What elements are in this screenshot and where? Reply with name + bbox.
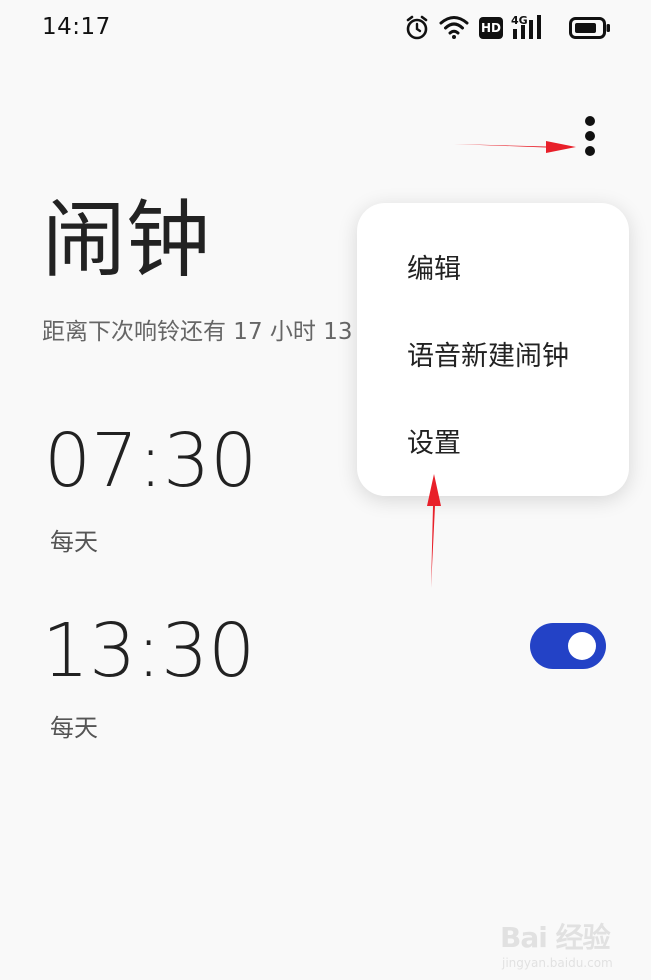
more-dot-icon	[585, 116, 595, 126]
toggle-knob	[568, 632, 596, 660]
hd-label: HD	[480, 21, 501, 35]
status-bar: 14:17 HD 4G	[0, 0, 651, 56]
watermark-url: jingyan.baidu.com	[502, 956, 613, 970]
more-dot-icon	[585, 131, 595, 141]
alarm-time: 07:30	[44, 418, 258, 504]
hd-icon: HD	[479, 17, 503, 39]
annotation-arrow-up-icon	[427, 474, 441, 588]
annotation-arrow-right-icon	[454, 141, 576, 153]
more-dot-icon	[585, 146, 595, 156]
page-title: 闹钟	[42, 191, 211, 289]
menu-item-settings[interactable]: 设置	[407, 421, 461, 460]
alarm-icon	[406, 15, 428, 40]
status-time: 14:17	[42, 14, 111, 40]
watermark: Bai 经验 jingyan.baidu.com	[500, 912, 640, 972]
watermark-text: Bai 经验	[500, 921, 611, 954]
battery-icon	[569, 17, 610, 39]
menu-item-edit[interactable]: 编辑	[407, 247, 461, 286]
alarm-toggle-switch[interactable]	[530, 623, 606, 669]
alarm-time: 13:30	[42, 608, 256, 694]
wifi-icon	[439, 16, 469, 39]
alarm-repeat: 每天	[50, 714, 98, 742]
4g-signal-icon: 4G	[511, 14, 545, 42]
overflow-menu-popup: 编辑 语音新建闹钟 设置	[357, 203, 629, 496]
alarm-repeat: 每天	[50, 528, 98, 556]
menu-item-voice-new-alarm[interactable]: 语音新建闹钟	[407, 334, 569, 373]
next-ring-countdown: 距离下次响铃还有 17 小时 13 分钟	[42, 319, 362, 345]
